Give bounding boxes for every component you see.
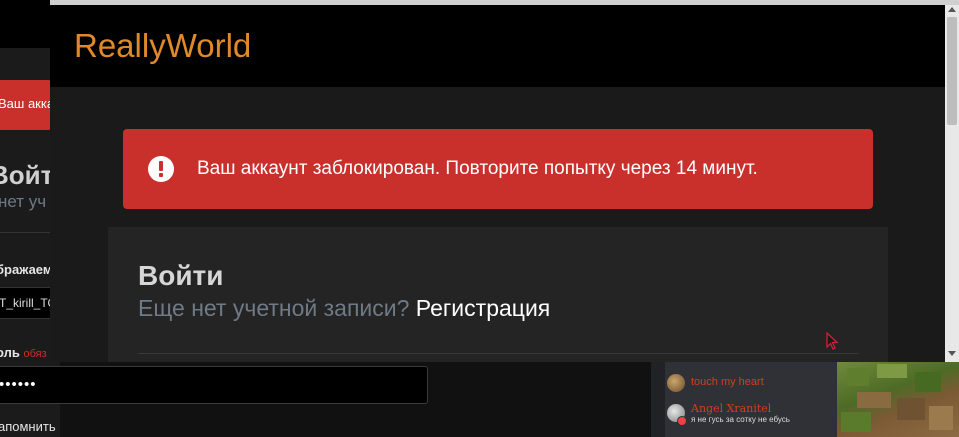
login-subtitle: Еще нет учетной записи? Регистрация xyxy=(138,295,550,322)
login-title: Войти xyxy=(138,260,224,291)
no-account-text: Еще нет учетной записи? xyxy=(138,295,410,321)
background-password-label: оль обяз xyxy=(0,345,47,360)
background-remember-checkbox-label[interactable]: апомнить xyxy=(0,419,56,434)
voice-user-name: Angel Xranitel xyxy=(691,402,772,415)
site-logo[interactable]: ReallyWorld xyxy=(74,27,251,65)
voice-user-row: Angel Xranitel я не гусь за сотку не ебу… xyxy=(665,400,837,430)
background-alert: Ваш акка xyxy=(0,80,52,130)
background-username-input[interactable]: T_kirill_TO xyxy=(0,287,54,319)
main-browser-window: ReallyWorld Ваш аккаунт заблокирован. По… xyxy=(50,0,959,362)
scroll-up-arrow-icon[interactable] xyxy=(948,7,956,12)
vertical-scrollbar[interactable] xyxy=(945,5,959,362)
game-background-image xyxy=(837,362,959,437)
background-required-mark: обяз xyxy=(23,348,47,360)
voice-overlay-stripe xyxy=(651,362,665,437)
login-card: Войти Еще нет учетной записи? Регистраци… xyxy=(108,227,888,362)
voice-user-row: touch my heart xyxy=(665,370,837,400)
background-password-label-text: оль xyxy=(0,345,20,360)
voice-user-status: я не гусь за сотку не ебусь xyxy=(691,415,790,424)
site-header: ReallyWorld xyxy=(50,5,945,87)
background-username-label: бражаем xyxy=(0,262,53,277)
card-divider xyxy=(138,353,858,354)
voice-chat-overlay: touch my heart Angel Xranitel я не гусь … xyxy=(651,362,837,437)
background-divider xyxy=(0,232,52,233)
scrollbar-thumb[interactable] xyxy=(947,17,957,125)
background-login-subtitle: нет уч xyxy=(0,192,47,211)
background-alert-text: Ваш акка xyxy=(0,96,52,111)
voice-user-name: touch my heart xyxy=(691,376,764,388)
exclamation-circle-icon xyxy=(148,156,174,182)
background-password-input[interactable]: •••••• xyxy=(0,366,428,404)
mouse-cursor-icon xyxy=(826,332,839,350)
background-username-value: T_kirill_TO xyxy=(0,296,54,310)
user-avatar xyxy=(667,374,685,392)
background-password-value: •••••• xyxy=(0,376,37,393)
muted-icon xyxy=(677,416,687,426)
register-link[interactable]: Регистрация xyxy=(416,295,550,321)
error-alert: Ваш аккаунт заблокирован. Повторите попы… xyxy=(123,129,873,209)
scroll-down-arrow-icon[interactable] xyxy=(948,351,956,356)
error-alert-text: Ваш аккаунт заблокирован. Повторите попы… xyxy=(197,158,758,179)
